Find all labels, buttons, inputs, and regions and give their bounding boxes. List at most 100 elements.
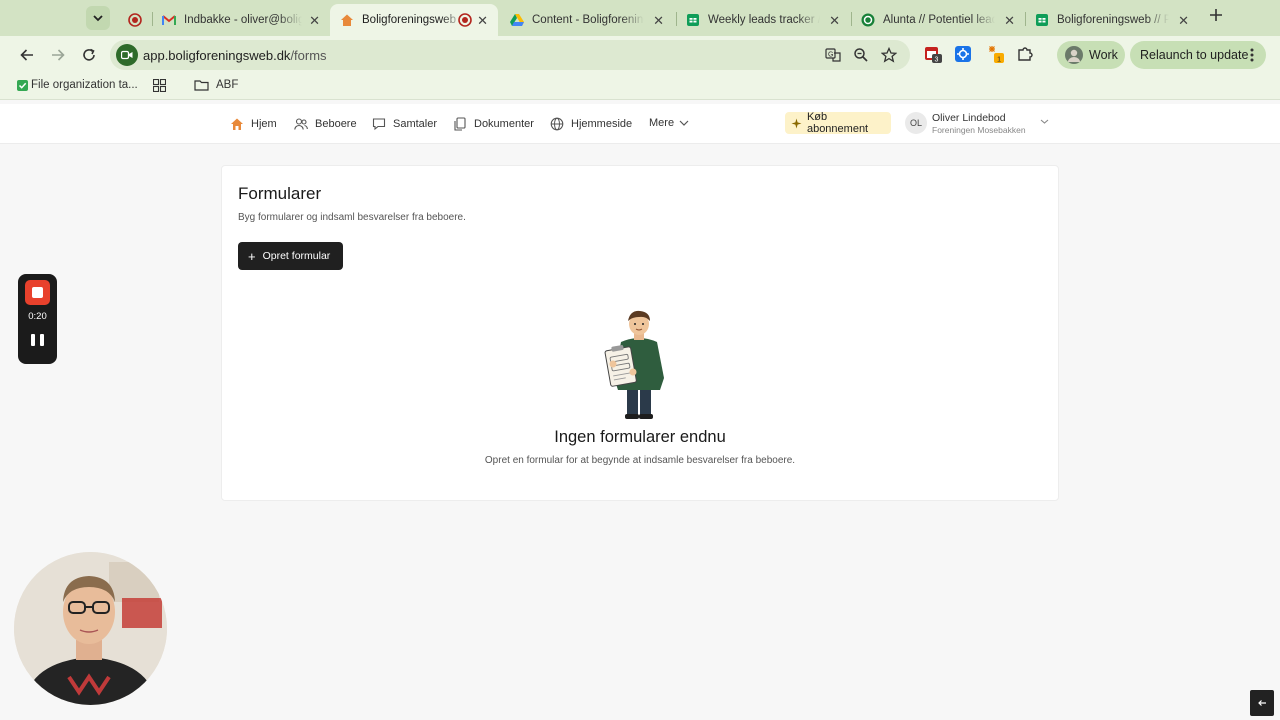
translate-icon[interactable]: G [825, 47, 841, 63]
extension-badge: 1 [997, 55, 1001, 64]
close-tab-icon[interactable]: ✕ [653, 13, 664, 29]
empty-state-illustration [604, 310, 664, 419]
nav-item-dokumenter[interactable]: Dokumenter [453, 117, 534, 131]
nav-label: Beboere [315, 118, 357, 130]
kebab-menu-icon [1250, 48, 1254, 62]
tab-google-drive[interactable]: Content - Boligforeningsweb ✕ [500, 4, 674, 36]
close-tab-icon[interactable]: ✕ [477, 13, 488, 29]
gmail-icon [162, 13, 176, 27]
nav-item-hjemmeside[interactable]: Hjemmeside [550, 117, 632, 131]
tab-gmail[interactable]: Indbakke - oliver@boligforeningsweb.dk ✕ [152, 4, 330, 36]
empty-state-subtitle: Opret en formular for at begynde at inds… [484, 455, 796, 466]
url-text: app.boligforeningsweb.dk/forms [143, 48, 327, 63]
collapse-button[interactable] [1250, 690, 1274, 716]
bookmark-apps[interactable] [153, 79, 166, 92]
user-avatar[interactable]: OL [905, 112, 927, 134]
tab-title: Weekly leads tracker // Boligforeningswe… [708, 14, 820, 26]
check-icon [17, 79, 28, 91]
bookmark-star-icon[interactable] [881, 47, 897, 63]
record-icon [458, 13, 472, 27]
close-tab-icon[interactable]: ✕ [829, 13, 840, 29]
chevron-down-icon [93, 15, 103, 22]
profile-button[interactable]: Work [1057, 41, 1125, 69]
tab-search-button[interactable] [86, 6, 110, 30]
tab-potentielle-leads[interactable]: Boligforeningsweb // Potentielle leads ✕ [1025, 4, 1199, 36]
create-form-label: Opret formular [262, 250, 331, 262]
tab-boligforeningsweb[interactable]: Boligforeningsweb ✕ [330, 4, 498, 36]
profile-avatar-icon [1065, 46, 1083, 64]
pause-recording-button[interactable] [31, 334, 44, 346]
user-menu-chevron-icon[interactable] [1040, 118, 1049, 125]
screen-recorder-panel: 0:20 [18, 274, 57, 364]
site-info-icon[interactable] [116, 44, 138, 66]
plus-icon: + [248, 248, 256, 264]
bookmark-folder-abf[interactable]: ABF [194, 79, 238, 91]
user-organization: Foreningen Mosebakken [932, 125, 1026, 135]
tab-recording[interactable] [118, 4, 154, 36]
documents-icon [453, 117, 467, 131]
home-icon [230, 117, 244, 131]
bookmarks-bar: File organization ta... ABF [0, 74, 1280, 100]
stop-recording-button[interactable] [25, 280, 50, 305]
sheets-icon [686, 13, 700, 27]
sparkle-icon [791, 118, 802, 128]
user-name[interactable]: Oliver Lindebod [932, 112, 1006, 124]
bookmark-label: File organization ta... [31, 79, 138, 91]
nav-label: Hjem [251, 118, 277, 130]
zoom-icon[interactable] [853, 47, 869, 63]
tab-strip: Indbakke - oliver@boligforeningsweb.dk ✕… [0, 0, 1280, 36]
recording-time: 0:20 [28, 311, 47, 322]
house-icon [340, 13, 354, 27]
presenter-video [14, 552, 167, 705]
forward-button[interactable] [47, 44, 69, 66]
extension-badge: 3 [935, 57, 939, 64]
svg-text:G: G [828, 52, 833, 59]
browser-toolbar: app.boligforeningsweb.dk/forms G 3 1 Wor… [0, 36, 1280, 74]
page-title: Formularer [238, 184, 322, 203]
bookmark-file-organization[interactable]: File organization ta... [17, 79, 138, 91]
reload-icon [83, 48, 95, 61]
reload-button[interactable] [78, 44, 100, 66]
alunta-icon [861, 13, 875, 27]
tab-title: Content - Boligforeningsweb [532, 14, 644, 26]
calendar-extension-icon[interactable]: 3 [924, 45, 942, 63]
nav-label: Samtaler [393, 118, 438, 130]
bookmark-label: ABF [216, 79, 239, 91]
tab-alunta[interactable]: Alunta // Potentiel lead ✕ [851, 4, 1025, 36]
page-subtitle: Byg formularer og indsaml besvarelser fr… [238, 212, 466, 223]
tab-title: Indbakke - oliver@boligforeningsweb.dk [184, 14, 302, 26]
address-bar[interactable]: app.boligforeningsweb.dk/forms G [110, 40, 910, 70]
extensions-puzzle-icon[interactable] [1016, 45, 1034, 63]
close-tab-icon[interactable]: ✕ [309, 13, 320, 29]
back-button[interactable] [16, 44, 38, 66]
buy-subscription-button[interactable]: Køb abonnement [785, 111, 891, 135]
close-tab-icon[interactable]: ✕ [1004, 13, 1015, 29]
tab-weekly-leads[interactable]: Weekly leads tracker // Boligforeningswe… [676, 4, 850, 36]
nav-label: Mere [649, 117, 675, 129]
sheets-icon [1035, 13, 1049, 27]
arrow-right-icon [52, 49, 65, 61]
nav-item-hjem[interactable]: Hjem [230, 117, 277, 131]
extension-gear-icon[interactable] [954, 45, 972, 63]
arrow-left-icon [1258, 700, 1266, 706]
url-path: /forms [290, 48, 327, 63]
nav-item-samtaler[interactable]: Samtaler [372, 117, 437, 131]
tab-title: Boligforeningsweb // Potentielle leads [1057, 14, 1169, 26]
create-form-button[interactable]: + Opret formular [238, 242, 343, 270]
forms-card: Formularer Byg formularer og indsaml bes… [221, 165, 1059, 501]
arrow-left-icon [20, 49, 33, 61]
webcam-bubble[interactable] [14, 552, 167, 705]
chevron-down-icon [679, 120, 689, 126]
close-tab-icon[interactable]: ✕ [1178, 13, 1189, 29]
relaunch-button[interactable]: Relaunch to update [1130, 41, 1266, 69]
sparkle-extension-icon[interactable]: 1 [986, 45, 1004, 63]
new-tab-button[interactable] [1206, 6, 1226, 27]
nav-item-mere[interactable]: Mere [649, 117, 689, 129]
pause-icon [31, 334, 35, 346]
globe-icon [550, 117, 564, 131]
buy-label: Køb abonnement [806, 111, 869, 135]
tab-title: Alunta // Potentiel lead [883, 14, 995, 26]
folder-icon [194, 80, 209, 91]
nav-item-beboere[interactable]: Beboere [294, 117, 357, 131]
tab-title: Boligforeningsweb [362, 14, 456, 26]
